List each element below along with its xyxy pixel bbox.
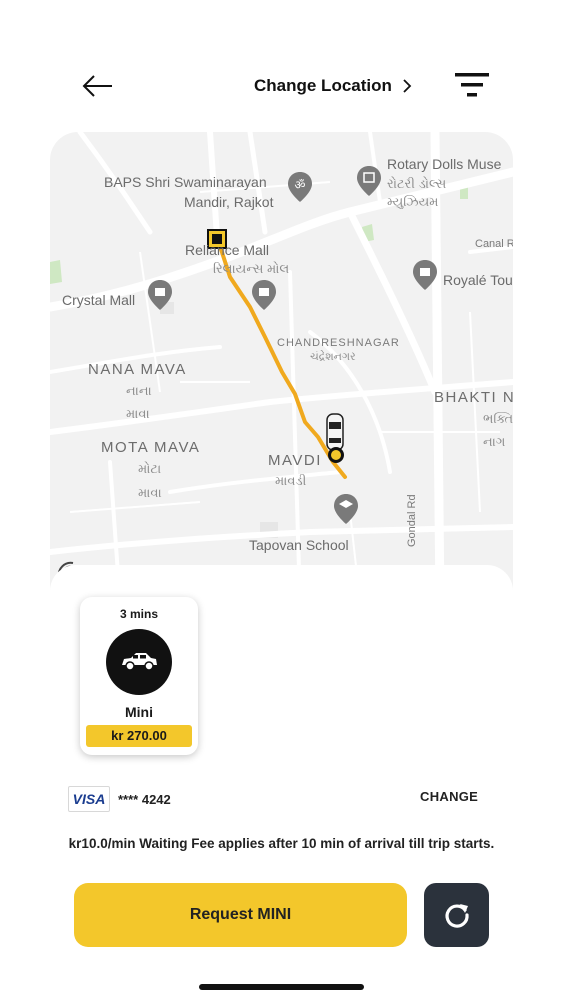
payment-method: VISA **** 4242 [68, 786, 171, 812]
map-label-rotary-guj1: રોટરી ડોલ્સ [387, 176, 447, 191]
vehicle-eta: 3 mins [119, 607, 158, 621]
refresh-icon [445, 904, 469, 928]
map-label-nana-guj2: માવા [126, 406, 150, 421]
map-label-royale: Royalé Tou [443, 272, 513, 288]
map-label-chandresh-guj: ચંદ્રેશનગર [310, 351, 356, 363]
map-label-reliance: Reliance Mall [185, 242, 270, 258]
map-label-rotary-guj2: મ્યુઝિયમ [387, 194, 439, 209]
car-icon [122, 653, 157, 671]
map-label-bhakti-guj2: નાગ [483, 434, 506, 449]
vehicle-price: kr 270.00 [86, 725, 192, 747]
temple-pin-icon: ॐ [288, 172, 312, 202]
vehicle-option-mini[interactable]: 3 mins Mini kr 270.00 [80, 597, 198, 755]
back-button[interactable] [80, 70, 116, 102]
map-label-mavdi: MAVDI [268, 452, 322, 469]
shopping-pin-icon [148, 280, 172, 310]
map-label-bhakti-guj1: ભક્તિ [483, 411, 513, 426]
map-view[interactable]: ॐ Rotary Dolls Muse રોટરી ડોલ્સ મ્યુઝિયમ… [50, 132, 513, 602]
vehicle-name: Mini [125, 704, 153, 720]
map-label-mota-guj1: મોટા [138, 461, 162, 476]
visa-logo-icon: VISA [68, 786, 110, 812]
refresh-button[interactable] [424, 883, 489, 947]
card-number: **** 4242 [118, 791, 171, 807]
shopping-pin-icon [413, 260, 437, 290]
school-pin-icon [334, 494, 358, 524]
request-ride-label: Request MINI [189, 906, 292, 923]
map-label-bhakti: BHAKTI N [434, 389, 513, 406]
vehicle-icon-circle [106, 629, 172, 695]
change-location-label: Change Location [254, 76, 392, 95]
filter-button[interactable] [454, 70, 490, 100]
chevron-right-icon [403, 79, 412, 93]
map-label-chandresh: CHANDRESHNAGAR [277, 337, 400, 349]
destination-marker [328, 447, 344, 463]
map-label-mota-mava: MOTA MAVA [101, 439, 201, 456]
map-label-baps2: Mandir, Rajkot [184, 194, 274, 210]
arrow-left-icon [82, 75, 112, 97]
filter-icon [455, 73, 489, 97]
map-label-crystal: Crystal Mall [62, 292, 136, 308]
map-label-rotary: Rotary Dolls Muse [387, 156, 502, 172]
map-label-nana-mava: NANA MAVA [88, 361, 187, 378]
home-indicator [199, 984, 364, 990]
map-label-tapovan: Tapovan School [249, 537, 349, 553]
map-label-reliance-guj: રિલાયન્સ મોલ [213, 261, 290, 276]
top-bar: Change Location [0, 0, 563, 130]
map-label-mota-guj2: માવા [138, 485, 162, 500]
museum-pin-icon [357, 166, 381, 196]
map-label-mavdi-guj: માવડી [275, 473, 307, 488]
map-label-nana-guj1: નાના [126, 383, 152, 398]
map-label-gondal: Gondal Rd [406, 494, 418, 547]
svg-text:ॐ: ॐ [295, 178, 306, 192]
map-label-canal: Canal R [475, 238, 513, 250]
change-payment-button[interactable]: CHANGE [420, 789, 478, 804]
change-location-button[interactable]: Change Location [254, 74, 412, 98]
map-label-baps1: BAPS Shri Swaminarayan [104, 174, 267, 190]
waiting-fee-note: kr10.0/min Waiting Fee applies after 10 … [68, 836, 495, 851]
request-ride-button[interactable]: Request MINI [74, 883, 407, 947]
shopping-pin-icon [252, 280, 276, 310]
